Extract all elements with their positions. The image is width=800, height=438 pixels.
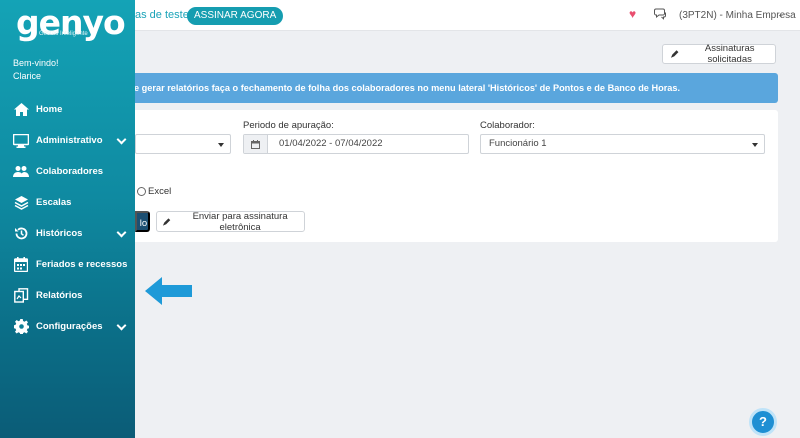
logo-tagline: Gestão Inteligente: [39, 31, 88, 37]
monitor-icon: [13, 133, 29, 149]
welcome-text: Bem-vindo! Clarice: [13, 57, 59, 83]
collaborator-select[interactable]: Funcionário 1: [480, 134, 765, 154]
send-electronic-signature-button[interactable]: Enviar para assinatura eletrônica: [156, 210, 305, 233]
collaborator-label: Colaborador:: [480, 120, 535, 131]
home-icon: [13, 102, 29, 118]
sidebar-item-relatorios[interactable]: Relatórios: [0, 280, 135, 311]
sidebar-item-administrativo[interactable]: Administrativo: [0, 125, 135, 156]
pen-icon: [670, 50, 679, 58]
layers-icon: [13, 195, 29, 211]
heart-icon[interactable]: ♥: [629, 8, 641, 20]
send-signature-label: Enviar para assinatura eletrônica: [192, 210, 288, 233]
history-icon: [13, 226, 29, 242]
sidebar-item-historicos[interactable]: Históricos: [0, 218, 135, 249]
sidebar-item-label: Configurações: [36, 321, 103, 332]
excel-radio[interactable]: [137, 187, 146, 196]
sidebar-item-label: Escalas: [36, 197, 72, 208]
collaborator-value: Funcionário 1: [489, 138, 547, 149]
arrow-left-icon: [145, 277, 192, 305]
sidebar-item-label: Home: [36, 104, 63, 115]
period-date-range-input[interactable]: 01/04/2022 - 07/04/2022: [243, 134, 469, 154]
trial-days-link[interactable]: as de teste: [135, 9, 189, 21]
sidebar: genyo Gestão Inteligente Bem-vindo! Clar…: [0, 0, 135, 438]
chat-icon[interactable]: [654, 8, 667, 20]
chevron-down-icon[interactable]: ⌄: [777, 9, 785, 20]
caret-down-icon: [752, 143, 758, 147]
chevron-down-icon: [116, 134, 127, 145]
users-icon: [13, 164, 29, 180]
sidebar-item-label: Administrativo: [36, 135, 103, 146]
sidebar-item-home[interactable]: Home: [0, 94, 135, 125]
sidebar-item-configuracoes[interactable]: Configurações: [0, 311, 135, 342]
chevron-down-icon: [116, 227, 127, 238]
chevron-down-icon: [116, 320, 127, 331]
help-button[interactable]: ?: [749, 408, 777, 436]
report-form-panel: Periodo de apuração: 01/04/2022 - 07/04/…: [135, 110, 778, 242]
sidebar-item-colaboradores[interactable]: Colaboradores: [0, 156, 135, 187]
sidebar-item-escalas[interactable]: Escalas: [0, 187, 135, 218]
sidebar-menu: Home Administrativo Colaboradores Escala…: [0, 94, 135, 342]
period-label: Periodo de apuração:: [243, 120, 334, 131]
calendar-icon: [244, 135, 268, 153]
reports-icon: [13, 288, 29, 304]
alert-text: e gerar relatórios faça o fechamento de …: [134, 83, 681, 93]
sidebar-item-label: Históricos: [36, 228, 83, 239]
info-alert: e gerar relatórios faça o fechamento de …: [134, 73, 778, 103]
sidebar-item-label: Feriados e recessos: [36, 259, 128, 270]
generate-report-button[interactable]: lo: [135, 211, 150, 232]
sidebar-item-feriados[interactable]: Feriados e recessos: [0, 249, 135, 280]
excel-label: Excel: [148, 186, 172, 197]
calendar-icon: [13, 257, 29, 273]
gear-icon: [13, 319, 29, 335]
signed-requests-button[interactable]: Assinaturas solicitadas: [662, 43, 776, 65]
welcome-greeting: Bem-vindo!: [13, 58, 59, 68]
pen-icon: [162, 217, 171, 226]
sidebar-item-label: Relatórios: [36, 290, 83, 301]
report-type-select[interactable]: [135, 134, 231, 154]
sidebar-item-label: Colaboradores: [36, 166, 104, 177]
signed-requests-label: Assinaturas solicitadas: [704, 43, 755, 65]
user-name: Clarice: [13, 71, 42, 81]
caret-down-icon: [218, 143, 224, 147]
period-value: 01/04/2022 - 07/04/2022: [279, 138, 383, 149]
subscribe-now-button[interactable]: ASSINAR AGORA: [187, 7, 284, 25]
